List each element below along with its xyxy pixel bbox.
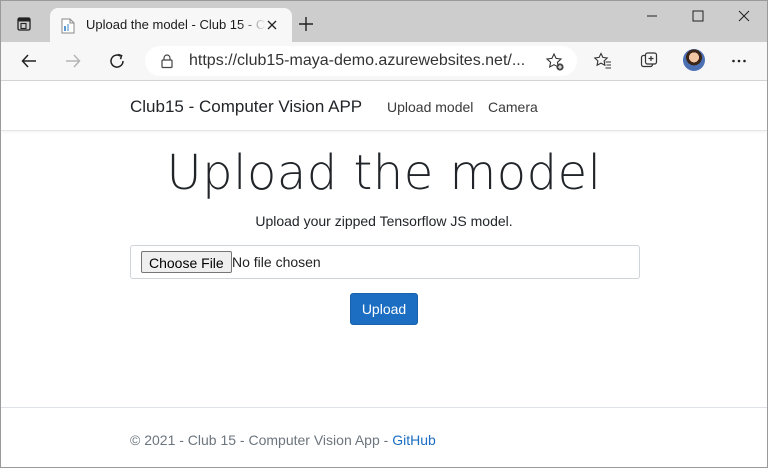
- close-tab-icon[interactable]: [264, 17, 280, 33]
- file-input[interactable]: Choose File No file chosen: [130, 245, 640, 279]
- site-footer: © 2021 - Club 15 - Computer Vision App -…: [1, 407, 767, 467]
- github-link[interactable]: GitHub: [392, 432, 436, 448]
- tab-actions-icon: [17, 17, 31, 31]
- lock-icon[interactable]: [159, 53, 175, 69]
- page-description: Upload your zipped Tensorflow JS model.: [255, 213, 513, 229]
- forward-button[interactable]: [59, 48, 87, 74]
- favorites-icon: [593, 52, 611, 69]
- forward-arrow-icon: [66, 54, 81, 68]
- settings-menu-button[interactable]: [725, 48, 753, 74]
- choose-file-button[interactable]: Choose File: [141, 251, 232, 273]
- close-window-icon: [738, 10, 750, 22]
- browser-toolbar: https://club15-maya-demo.azurewebsites.n…: [1, 42, 767, 81]
- web-page: Club15 - Computer Vision APP Upload mode…: [1, 81, 767, 467]
- refresh-icon: [110, 53, 124, 68]
- site-navbar: Club15 - Computer Vision APP Upload mode…: [1, 81, 767, 131]
- tab-strip: Upload the model - Club 15 - Computer Vi…: [1, 1, 767, 42]
- new-tab-icon[interactable]: [295, 13, 317, 35]
- nav-link-upload-model[interactable]: Upload model: [387, 99, 473, 115]
- address-bar[interactable]: https://club15-maya-demo.azurewebsites.n…: [145, 46, 577, 76]
- active-tab[interactable]: Upload the model - Club 15 - Computer Vi…: [50, 8, 292, 42]
- close-window-button[interactable]: [721, 5, 767, 27]
- profile-avatar[interactable]: [683, 49, 705, 71]
- more-options-icon: [732, 59, 746, 63]
- collections-icon: [640, 52, 658, 68]
- nav-link-camera[interactable]: Camera: [488, 99, 538, 115]
- browser-window: Upload the model - Club 15 - Computer Vi…: [0, 0, 768, 468]
- maximize-button[interactable]: [675, 5, 721, 27]
- maximize-icon: [692, 10, 704, 22]
- page-title: Upload the model: [166, 145, 602, 201]
- refresh-button[interactable]: [103, 48, 131, 74]
- page-icon: [61, 18, 75, 34]
- minimize-icon: [647, 15, 657, 17]
- minimize-button[interactable]: [629, 5, 675, 27]
- file-status: No file chosen: [232, 254, 321, 270]
- tab-actions-button[interactable]: [9, 11, 39, 37]
- back-arrow-icon: [21, 54, 36, 68]
- upload-button[interactable]: Upload: [350, 293, 418, 325]
- collections-button[interactable]: [635, 48, 663, 74]
- copyright-text: © 2021 - Club 15 - Computer Vision App -: [130, 432, 393, 448]
- footer-text: © 2021 - Club 15 - Computer Vision App -…: [130, 432, 436, 448]
- favorites-button[interactable]: [589, 48, 617, 74]
- url-text[interactable]: https://club15-maya-demo.azurewebsites.n…: [189, 52, 531, 72]
- tab-title: Upload the model - Club 15 - Computer Vi…: [86, 17, 266, 32]
- back-button[interactable]: [15, 48, 43, 74]
- site-brand[interactable]: Club15 - Computer Vision APP: [130, 97, 362, 117]
- add-favorite-icon[interactable]: [545, 52, 565, 72]
